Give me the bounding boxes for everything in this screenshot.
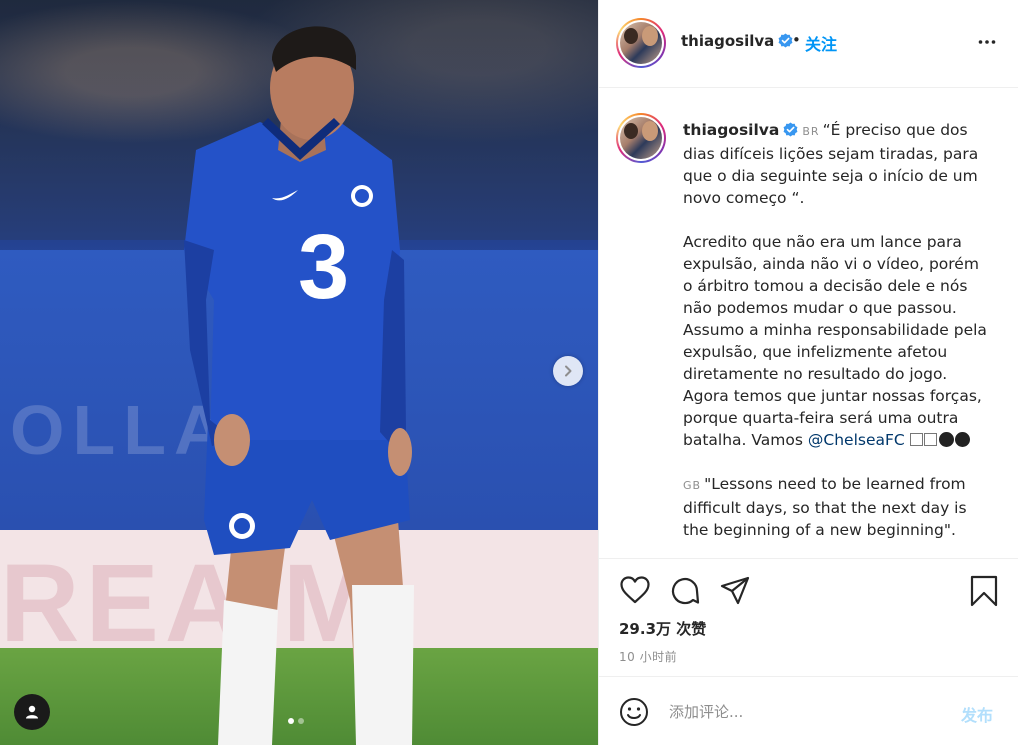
caption-paragraph-3: GB "Lessons need to be learned from diffi… xyxy=(683,473,993,541)
post-photo[interactable]: OLLA REA M 3 xyxy=(0,0,598,745)
carousel-dot xyxy=(298,718,304,724)
black-circle-emoji xyxy=(938,432,954,447)
caption-text-2: Acredito que não era um lance para expul… xyxy=(683,233,987,449)
post-header: thiagosilva • 关注 xyxy=(599,0,1018,88)
mention-link[interactable]: @ChelseaFC xyxy=(808,431,905,449)
flag-gb: GB xyxy=(683,479,702,492)
flag-br: BR xyxy=(802,125,820,138)
carousel-dot xyxy=(288,718,294,724)
header-username[interactable]: thiagosilva xyxy=(681,32,793,50)
comment-input[interactable] xyxy=(669,699,939,725)
post-timestamp[interactable]: 10 小时前 xyxy=(619,648,677,665)
post-details-panel: thiagosilva • 关注 thiagosilva BR “É precis… xyxy=(598,0,1018,745)
comment-icon[interactable] xyxy=(669,575,701,607)
emoji-placeholder xyxy=(923,433,937,446)
caption-text-3: "Lessons need to be learned from difficu… xyxy=(683,475,967,539)
svg-text:3: 3 xyxy=(298,216,349,318)
header-username-text[interactable]: thiagosilva xyxy=(681,32,774,50)
carousel-indicator xyxy=(288,718,304,724)
emoji-placeholder xyxy=(909,433,923,446)
caption-username[interactable]: thiagosilva xyxy=(683,121,779,139)
follow-button[interactable]: 关注 xyxy=(805,31,837,55)
comments-area[interactable]: thiagosilva BR “É preciso que dos dias di… xyxy=(599,89,1018,558)
post-caption: thiagosilva BR “É preciso que dos dias di… xyxy=(683,119,993,558)
player-figure: 3 xyxy=(184,26,414,745)
carousel-next-button[interactable] xyxy=(553,356,583,386)
verified-icon xyxy=(783,122,798,137)
post-actions: 29.3万 次赞 10 小时前 xyxy=(599,558,1018,676)
post-comment-button[interactable]: 发布 xyxy=(961,702,993,726)
tagged-users-button[interactable] xyxy=(14,694,50,730)
caption-paragraph-1: thiagosilva BR “É preciso que dos dias di… xyxy=(683,119,993,209)
chevron-right-icon xyxy=(565,365,572,377)
avatar[interactable] xyxy=(616,18,666,68)
smile-icon[interactable] xyxy=(619,697,649,727)
bookmark-icon[interactable] xyxy=(969,575,999,607)
black-circle-emoji xyxy=(954,432,970,447)
user-tag-icon xyxy=(26,705,38,719)
caption-avatar[interactable] xyxy=(616,113,666,163)
heart-icon[interactable] xyxy=(619,575,651,605)
like-count[interactable]: 29.3万 次赞 xyxy=(619,618,706,639)
add-comment-bar: 发布 xyxy=(599,676,1018,745)
share-icon[interactable] xyxy=(719,575,751,607)
header-separator: • xyxy=(792,31,801,49)
caption-paragraph-2: Acredito que não era um lance para expul… xyxy=(683,231,993,451)
more-icon[interactable] xyxy=(977,32,997,52)
